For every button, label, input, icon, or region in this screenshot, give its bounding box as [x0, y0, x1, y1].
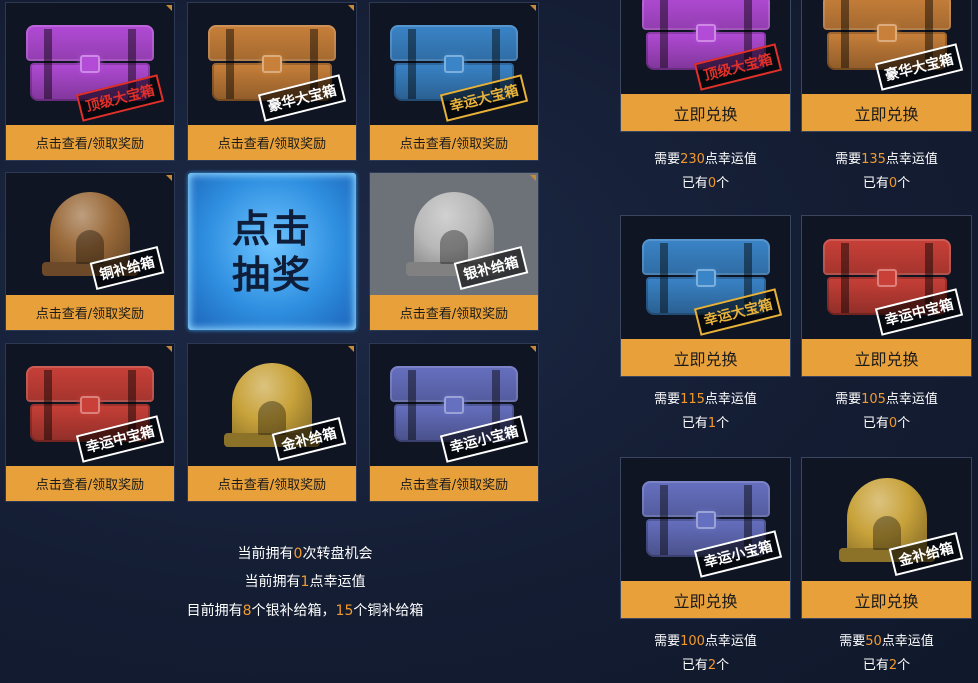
- exchange-info: 需要100点幸运值 已有2个: [620, 630, 791, 678]
- view-claim-button[interactable]: 点击查看/领取奖励: [370, 466, 538, 501]
- draw-button[interactable]: 点击 抽奖: [188, 173, 356, 330]
- view-claim-button[interactable]: 点击查看/领取奖励: [370, 125, 538, 160]
- cost-value: 230: [680, 152, 705, 167]
- owned-line: 已有2个: [862, 658, 911, 673]
- prize-card[interactable]: 铜补给箱 点击查看/领取奖励: [5, 172, 175, 331]
- exchange-card: 豪华大宝箱 立即兑换: [801, 0, 972, 132]
- view-claim-button[interactable]: 点击查看/领取奖励: [6, 466, 174, 501]
- cost-line: 需要50点幸运值: [839, 634, 934, 649]
- cost-value: 105: [861, 392, 886, 407]
- owned-line: 已有0个: [862, 416, 911, 431]
- owned-line: 已有1个: [681, 416, 730, 431]
- cost-value: 50: [865, 634, 882, 649]
- owned-value: 0: [888, 176, 898, 191]
- exchange-card: 幸运小宝箱 立即兑换: [620, 457, 791, 619]
- prize-card[interactable]: 顶级大宝箱 点击查看/领取奖励: [5, 2, 175, 161]
- view-claim-button[interactable]: 点击查看/领取奖励: [370, 295, 538, 330]
- luck-points-text: 当前拥有1点幸运值: [244, 574, 366, 590]
- exchange-info: 需要50点幸运值 已有2个: [801, 630, 972, 678]
- exchange-info: 需要135点幸运值 已有0个: [801, 148, 972, 196]
- supply-boxes-text: 目前拥有8个银补给箱，15个铜补给箱: [186, 603, 424, 619]
- owned-line: 已有2个: [681, 658, 730, 673]
- owned-value: 0: [888, 416, 898, 431]
- prize-card[interactable]: 银补给箱 点击查看/领取奖励: [369, 172, 539, 331]
- exchange-button[interactable]: 立即兑换: [621, 581, 790, 618]
- exchange-button[interactable]: 立即兑换: [621, 94, 790, 131]
- cost-line: 需要135点幸运值: [835, 152, 938, 167]
- owned-value: 1: [707, 416, 717, 431]
- owned-value: 2: [707, 658, 717, 673]
- view-claim-button[interactable]: 点击查看/领取奖励: [6, 125, 174, 160]
- cost-line: 需要100点幸运值: [654, 634, 757, 649]
- owned-value: 2: [888, 658, 898, 673]
- exchange-button[interactable]: 立即兑换: [621, 339, 790, 376]
- exchange-card: 幸运大宝箱 立即兑换: [620, 215, 791, 377]
- draw-button-line2: 抽奖: [231, 252, 312, 297]
- owned-line: 已有0个: [862, 176, 911, 191]
- exchange-button[interactable]: 立即兑换: [802, 94, 971, 131]
- exchange-card: 金补给箱 立即兑换: [801, 457, 972, 619]
- view-claim-button[interactable]: 点击查看/领取奖励: [188, 466, 356, 501]
- cost-value: 100: [680, 634, 705, 649]
- exchange-info: 需要230点幸运值 已有0个: [620, 148, 791, 196]
- silver-box-count: 8: [242, 603, 252, 619]
- prize-card[interactable]: 豪华大宝箱 点击查看/领取奖励: [187, 2, 357, 161]
- draw-button-line1: 点击: [231, 206, 312, 251]
- exchange-info: 需要115点幸运值 已有1个: [620, 388, 791, 436]
- exchange-card: 幸运中宝箱 立即兑换: [801, 215, 972, 377]
- exchange-button[interactable]: 立即兑换: [802, 581, 971, 618]
- exchange-button[interactable]: 立即兑换: [802, 339, 971, 376]
- exchange-card: 顶级大宝箱 立即兑换: [620, 0, 791, 132]
- view-claim-button[interactable]: 点击查看/领取奖励: [6, 295, 174, 330]
- prize-card[interactable]: 金补给箱 点击查看/领取奖励: [187, 343, 357, 502]
- prize-card[interactable]: 幸运小宝箱 点击查看/领取奖励: [369, 343, 539, 502]
- view-claim-button[interactable]: 点击查看/领取奖励: [188, 125, 356, 160]
- cost-line: 需要115点幸运值: [654, 392, 757, 407]
- exchange-info: 需要105点幸运值 已有0个: [801, 388, 972, 436]
- cost-line: 需要230点幸运值: [654, 152, 757, 167]
- owned-value: 0: [707, 176, 717, 191]
- spin-chances-text: 当前拥有0次转盘机会: [237, 546, 373, 562]
- cost-value: 115: [680, 392, 705, 407]
- prize-card[interactable]: 幸运中宝箱 点击查看/领取奖励: [5, 343, 175, 502]
- cost-line: 需要105点幸运值: [835, 392, 938, 407]
- prize-card[interactable]: 幸运大宝箱 点击查看/领取奖励: [369, 2, 539, 161]
- cost-value: 135: [861, 152, 886, 167]
- owned-line: 已有0个: [681, 176, 730, 191]
- copper-box-count: 15: [335, 603, 354, 619]
